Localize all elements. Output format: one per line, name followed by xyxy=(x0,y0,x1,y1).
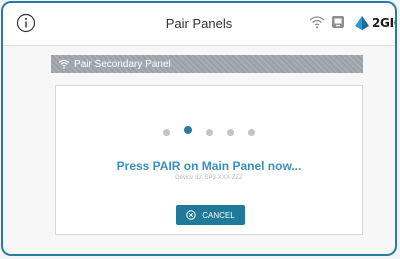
progress-dots xyxy=(56,126,362,138)
wifi-icon xyxy=(58,59,70,69)
brand-text: 2GIG xyxy=(372,16,395,30)
wifi-icon xyxy=(309,16,325,29)
panel-icon xyxy=(332,16,344,28)
top-bar: Pair Panels 2GIG xyxy=(3,3,395,46)
progress-dot-active xyxy=(184,126,192,134)
brand-logo-icon xyxy=(355,16,369,30)
section-header: Pair Secondary Panel xyxy=(51,55,363,73)
device-id: Device ID: SP3-XXX-ZZZ xyxy=(175,175,243,181)
progress-dot xyxy=(163,129,170,136)
close-circle-icon xyxy=(186,210,196,220)
app-frame: Pair Panels 2GIG Pair Secondary Pa xyxy=(1,1,397,256)
section-title: Pair Secondary Panel xyxy=(74,58,171,70)
pairing-card: Press PAIR on Main Panel now... Device I… xyxy=(55,85,363,235)
progress-dot xyxy=(227,129,234,136)
pairing-message: Press PAIR on Main Panel now... xyxy=(116,159,302,173)
progress-dot xyxy=(206,129,213,136)
cancel-button[interactable]: CANCEL xyxy=(176,205,245,225)
brand-logo: 2GIG xyxy=(353,13,395,33)
cancel-label: CANCEL xyxy=(202,210,235,220)
progress-dot xyxy=(248,129,255,136)
